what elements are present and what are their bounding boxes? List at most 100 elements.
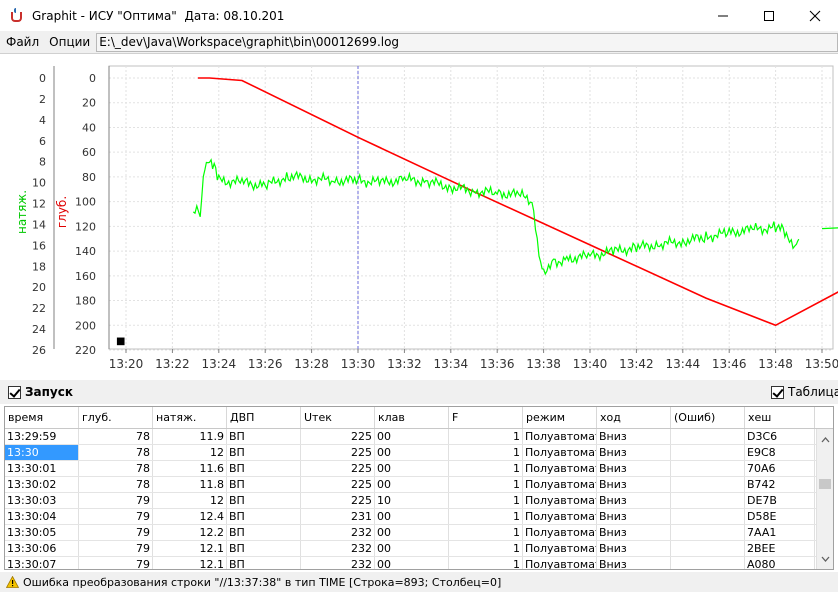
table-cell[interactable]: D3C6 — [745, 429, 815, 444]
table-cell[interactable]: Вниз — [597, 509, 671, 524]
table-cell[interactable]: 225 — [301, 461, 375, 476]
table-cell[interactable]: 13:30:06 — [5, 541, 79, 556]
table-cell[interactable]: ВП — [227, 509, 301, 524]
table-cell[interactable] — [671, 493, 745, 508]
column-header[interactable]: ДВП — [227, 407, 301, 428]
table-cell[interactable]: 00 — [375, 477, 449, 492]
depth-tension-chart[interactable]: 02468101214161820222426натяж.02040608010… — [0, 54, 838, 381]
table-cell[interactable]: 00 — [375, 509, 449, 524]
checkbox-check-icon[interactable] — [771, 385, 784, 399]
table-cell[interactable]: 00 — [375, 429, 449, 444]
table-cell[interactable]: ВП — [227, 429, 301, 444]
table-cell[interactable]: 00 — [375, 541, 449, 556]
table-row[interactable]: 13:30:03 79 12 ВП 225 10 1 Полуавтомат Вниз DE7B — [5, 493, 833, 509]
table-cell[interactable]: ВП — [227, 557, 301, 569]
column-header[interactable]: (Ошиб) — [671, 407, 745, 428]
table-row[interactable]: 13:30:07 79 12.1 ВП 232 00 1 Полуавтомат Вниз A08… — [5, 557, 833, 569]
table-cell[interactable]: 79 — [79, 541, 153, 556]
table-cell[interactable]: Полуавтомат — [523, 461, 597, 476]
table-cell[interactable]: 12 — [153, 445, 227, 460]
table-row[interactable]: 13:30:02 78 11.8 ВП 225 00 1 Полуавтомат Вниз B74… — [5, 477, 833, 493]
table-cell[interactable]: 13:30:04 — [5, 509, 79, 524]
table-cell[interactable]: 2BEE — [745, 541, 815, 556]
table-cell[interactable]: 225 — [301, 493, 375, 508]
table-cell[interactable]: 232 — [301, 525, 375, 540]
table-cell[interactable]: 1 — [449, 509, 523, 524]
table-cell[interactable]: 1 — [449, 541, 523, 556]
scroll-down-button[interactable] — [817, 551, 833, 567]
table-cell[interactable]: 70A6 — [745, 461, 815, 476]
table-cell[interactable]: 00 — [375, 557, 449, 569]
table-cell[interactable]: ВП — [227, 477, 301, 492]
table-cell[interactable]: Полуавтомат — [523, 493, 597, 508]
table-cell[interactable]: 00 — [375, 461, 449, 476]
table-cell[interactable]: 13:30:01 — [5, 461, 79, 476]
table-cell[interactable] — [671, 557, 745, 569]
table-row[interactable]: 13:30:01 78 11.6 ВП 225 00 1 Полуавтомат Вниз 70A… — [5, 461, 833, 477]
table-cell[interactable]: Вниз — [597, 461, 671, 476]
table-cell[interactable]: 12.2 — [153, 525, 227, 540]
table-cell[interactable]: 12 — [153, 493, 227, 508]
maximize-button[interactable] — [746, 0, 792, 31]
table-cell[interactable] — [671, 525, 745, 540]
table-cell[interactable]: A080 — [745, 557, 815, 569]
table-cell[interactable]: Вниз — [597, 557, 671, 569]
table-row[interactable]: 13:30:06 79 12.1 ВП 232 00 1 Полуавтомат Вниз 2BE… — [5, 541, 833, 557]
table-cell[interactable]: 10 — [375, 493, 449, 508]
table-cell[interactable]: 11.6 — [153, 461, 227, 476]
table-cell[interactable]: 1 — [449, 493, 523, 508]
column-header[interactable]: хеш — [745, 407, 815, 428]
table-cell[interactable]: Вниз — [597, 429, 671, 444]
table-cell[interactable]: 225 — [301, 445, 375, 460]
table-cell[interactable]: 7AA1 — [745, 525, 815, 540]
scroll-up-button[interactable] — [817, 432, 833, 448]
table-cell[interactable]: 225 — [301, 429, 375, 444]
table-row[interactable]: 13:29:59 78 11.9 ВП 225 00 1 Полуавтомат Вниз D3C… — [5, 429, 833, 445]
table-cell[interactable]: Полуавтомат — [523, 477, 597, 492]
table-cell[interactable]: 78 — [79, 461, 153, 476]
table-cell[interactable]: Полуавтомат — [523, 541, 597, 556]
table-cell[interactable]: 13:30 — [5, 445, 79, 460]
menu-options[interactable]: Опции — [45, 35, 94, 49]
table-cell[interactable]: Полуавтомат — [523, 557, 597, 569]
table-cell[interactable]: 1 — [449, 557, 523, 569]
table-cell[interactable]: 1 — [449, 477, 523, 492]
table-cell[interactable]: 79 — [79, 525, 153, 540]
close-button[interactable] — [792, 0, 838, 31]
table-row[interactable]: 13:30:05 79 12.2 ВП 232 00 1 Полуавтомат Вниз 7AA… — [5, 525, 833, 541]
table-cell[interactable]: 12.1 — [153, 541, 227, 556]
table-cell[interactable]: Полуавтомат — [523, 429, 597, 444]
table-cell[interactable]: ВП — [227, 493, 301, 508]
table-cell[interactable]: ВП — [227, 461, 301, 476]
table-cell[interactable] — [671, 509, 745, 524]
table-cell[interactable]: 79 — [79, 493, 153, 508]
table-cell[interactable]: 12.4 — [153, 509, 227, 524]
launch-checkbox[interactable]: Запуск — [8, 385, 73, 399]
column-header[interactable]: натяж. — [153, 407, 227, 428]
table-cell[interactable]: Вниз — [597, 541, 671, 556]
column-header[interactable]: время — [5, 407, 79, 428]
checkbox-check-icon[interactable] — [8, 385, 21, 399]
table-cell[interactable]: 1 — [449, 461, 523, 476]
vertical-scrollbar[interactable] — [816, 429, 833, 569]
table-cell[interactable]: 78 — [79, 445, 153, 460]
scroll-thumb[interactable] — [819, 479, 831, 489]
table-cell[interactable]: 1 — [449, 525, 523, 540]
table-cell[interactable]: ВП — [227, 541, 301, 556]
table-cell[interactable]: E9C8 — [745, 445, 815, 460]
table-cell[interactable]: ВП — [227, 525, 301, 540]
table-cell[interactable]: Вниз — [597, 525, 671, 540]
column-header[interactable]: Uтек — [301, 407, 375, 428]
table-cell[interactable]: ВП — [227, 445, 301, 460]
table-cell[interactable]: D58E — [745, 509, 815, 524]
table-cell[interactable]: 12.1 — [153, 557, 227, 569]
table-cell[interactable]: 232 — [301, 541, 375, 556]
column-header[interactable]: ход — [597, 407, 671, 428]
table-cell[interactable]: 231 — [301, 509, 375, 524]
file-path-field[interactable]: E:\_dev\Java\Workspace\graphit\bin\00012… — [96, 32, 838, 52]
table-cell[interactable]: Вниз — [597, 445, 671, 460]
table-cell[interactable]: 13:30:05 — [5, 525, 79, 540]
table-row[interactable]: 13:30:04 79 12.4 ВП 231 00 1 Полуавтомат Вниз D58… — [5, 509, 833, 525]
column-header[interactable]: глуб. — [79, 407, 153, 428]
table-cell[interactable]: 225 — [301, 477, 375, 492]
